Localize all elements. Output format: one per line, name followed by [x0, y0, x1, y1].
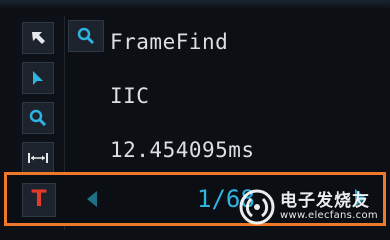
watermark: 电子发烧友 www.elecfans.com — [238, 184, 388, 230]
cursor-tool-button[interactable] — [22, 62, 54, 94]
trigger-text-icon: T — [31, 187, 47, 212]
zoom-tool-button[interactable] — [22, 102, 54, 134]
triangle-left-icon[interactable] — [87, 191, 97, 207]
pointer-tool-button[interactable] — [22, 22, 54, 54]
watermark-url: www.elecfans.com — [280, 209, 378, 221]
frame-find-title: FrameFind — [110, 30, 229, 54]
trigger-tool-button[interactable]: T — [22, 183, 56, 217]
watermark-text: 电子发烧友 www.elecfans.com — [280, 190, 378, 221]
measure-tool-button[interactable] — [22, 142, 54, 174]
protocol-label: IIC — [110, 84, 150, 108]
elecfans-logo-icon — [239, 189, 275, 225]
search-icon — [77, 27, 95, 45]
pointer-arrow-icon — [32, 32, 45, 44]
cropped-header — [0, 0, 390, 10]
search-button[interactable] — [68, 20, 104, 52]
measure-width-icon — [28, 153, 48, 163]
frame-find-panel: FrameFind IIC 12.454095ms 1/68 T 电子发烧友 w… — [0, 0, 390, 240]
time-value: 12.454095ms — [110, 138, 255, 162]
watermark-cn: 电子发烧友 — [280, 190, 370, 211]
cursor-arrow-icon — [33, 71, 43, 85]
zoom-icon — [29, 109, 47, 127]
